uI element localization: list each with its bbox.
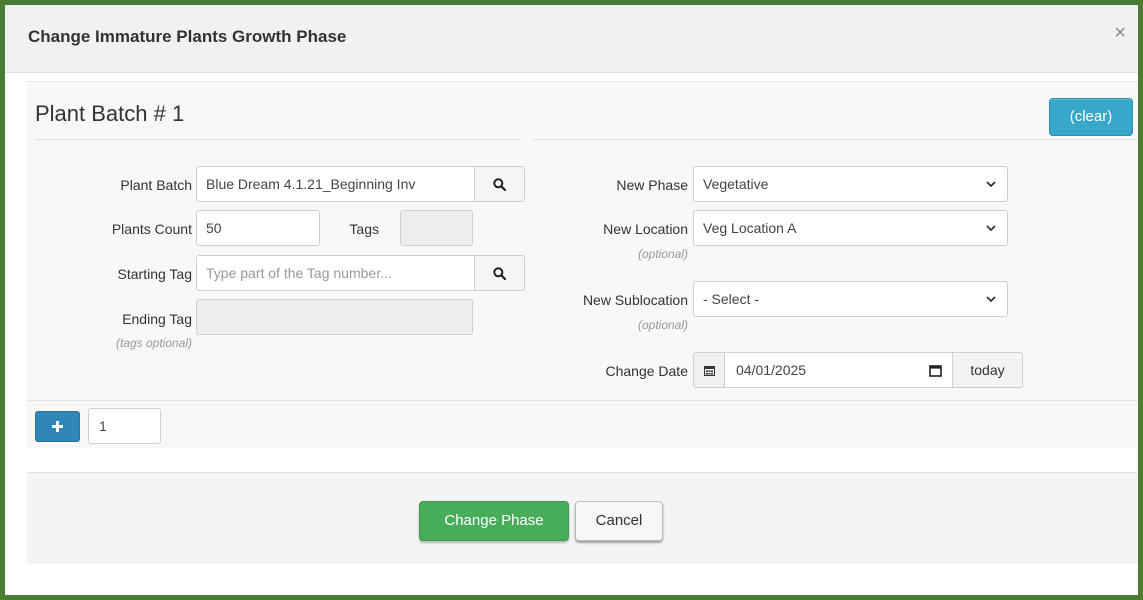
chevron-down-icon xyxy=(986,296,996,303)
calendar-icon xyxy=(703,365,715,376)
starting-tag-search-button[interactable] xyxy=(474,255,525,291)
tags-label: Tags xyxy=(349,221,379,237)
new-phase-select[interactable]: Vegetative xyxy=(693,166,1008,202)
batch-count-input[interactable]: 1 xyxy=(88,408,161,444)
tags-optional-note: (tags optional) xyxy=(115,336,192,350)
new-phase-label: New Phase xyxy=(616,177,688,193)
starting-tag-input[interactable]: Type part of the Tag number... xyxy=(196,255,475,291)
new-location-value: Veg Location A xyxy=(703,220,797,236)
close-icon[interactable]: × xyxy=(1114,23,1126,43)
calendar-addon xyxy=(693,352,725,388)
search-icon xyxy=(493,266,506,280)
modal-frame: Change Immature Plants Growth Phase × Pl… xyxy=(0,0,1143,600)
change-date-label: Change Date xyxy=(605,363,688,379)
clear-button[interactable]: (clear) xyxy=(1049,98,1133,136)
new-location-optional-note: (optional) xyxy=(637,247,688,261)
chevron-down-icon xyxy=(986,225,996,232)
change-date-value: 04/01/2025 xyxy=(736,362,807,378)
new-sublocation-label: New Sublocation xyxy=(582,292,688,308)
change-date-input[interactable]: 04/01/2025 xyxy=(724,352,953,388)
plant-batch-search-button[interactable] xyxy=(474,166,525,202)
chevron-down-icon xyxy=(986,181,996,188)
change-phase-button[interactable]: Change Phase xyxy=(419,501,569,541)
search-icon xyxy=(493,177,506,191)
new-sublocation-value: - Select - xyxy=(703,291,760,307)
new-phase-value: Vegetative xyxy=(703,176,769,192)
ending-tag-label: Ending Tag xyxy=(122,311,192,327)
new-sublocation-select[interactable]: - Select - xyxy=(693,281,1008,317)
plant-batch-panel: Plant Batch # 1 (clear) Plant Batch Blue… xyxy=(27,81,1138,448)
plants-count-label: Plants Count xyxy=(111,221,192,237)
plants-count-input[interactable]: 50 xyxy=(196,210,320,246)
plus-icon xyxy=(52,421,63,432)
modal-title: Change Immature Plants Growth Phase xyxy=(28,27,347,46)
cancel-button[interactable]: Cancel xyxy=(575,501,663,541)
batch-heading: Plant Batch # 1 xyxy=(35,101,185,126)
ending-tag-input xyxy=(196,299,473,335)
add-batch-button[interactable] xyxy=(35,411,80,442)
modal-header: Change Immature Plants Growth Phase × xyxy=(5,5,1138,73)
divider xyxy=(27,400,1138,401)
today-button[interactable]: today xyxy=(952,352,1023,388)
divider xyxy=(35,139,519,140)
starting-tag-label: Starting Tag xyxy=(117,266,192,282)
divider xyxy=(532,139,1138,140)
plant-batch-label: Plant Batch xyxy=(120,177,192,193)
plant-batch-input[interactable]: Blue Dream 4.1.21_Beginning Inv xyxy=(196,166,475,202)
new-location-label: New Location xyxy=(603,221,688,237)
new-location-select[interactable]: Veg Location A xyxy=(693,210,1008,246)
date-picker-icon[interactable] xyxy=(929,364,942,377)
tags-input xyxy=(400,210,473,246)
new-sublocation-optional-note: (optional) xyxy=(637,318,688,332)
modal-footer: Change Phase Cancel xyxy=(27,472,1138,564)
